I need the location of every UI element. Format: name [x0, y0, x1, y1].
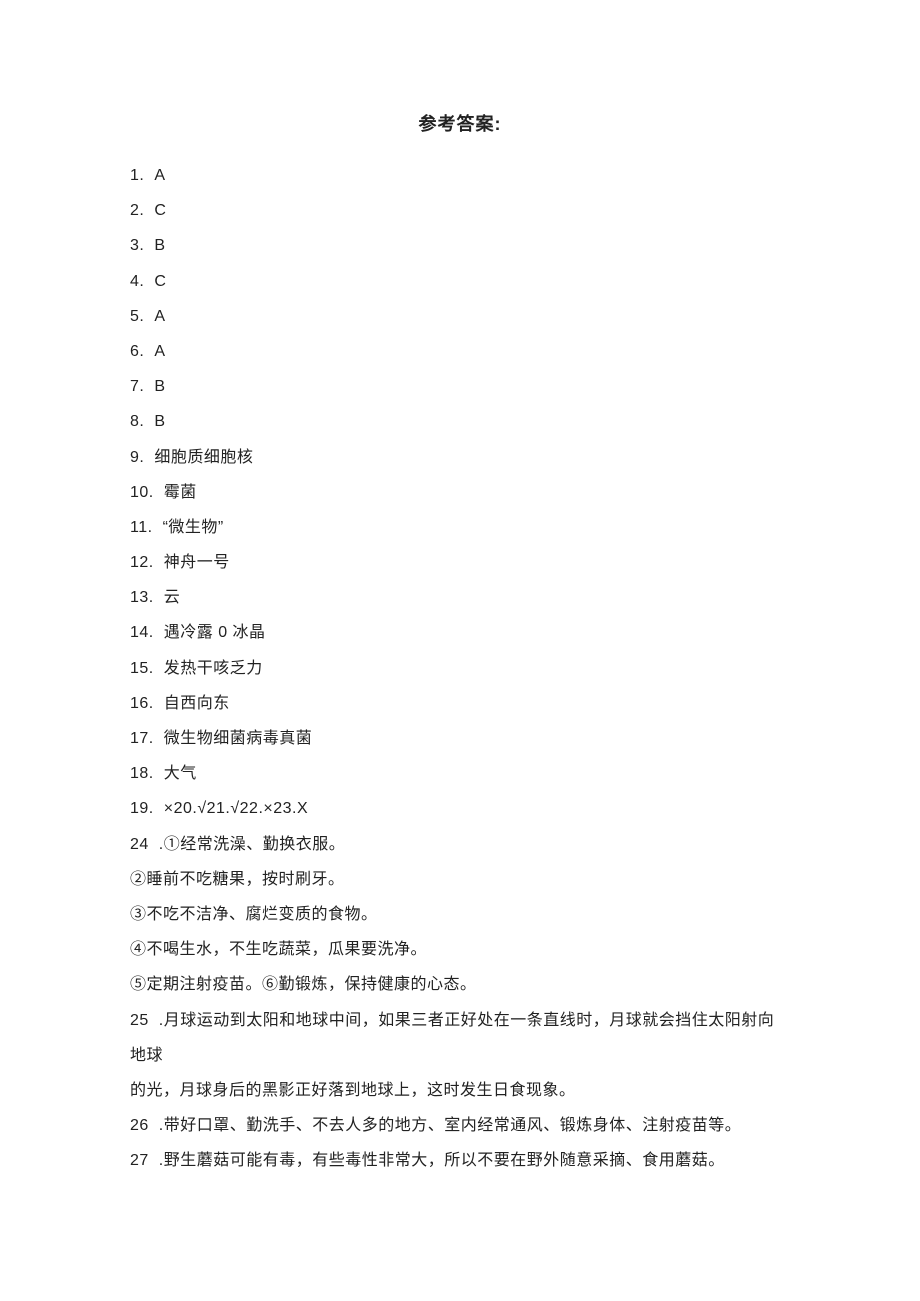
answer-text: 大气 — [164, 765, 197, 782]
answer-number: 12. — [130, 545, 154, 580]
answer-item: 5. A — [130, 299, 790, 334]
answer-number: 8. — [130, 404, 144, 439]
answer-item: 26 .带好口罩、勤洗手、不去人多的地方、室内经常通风、锻炼身体、注射疫苗等。 — [130, 1108, 790, 1143]
answer-item: 3. B — [130, 228, 790, 263]
answer-item: 18. 大气 — [130, 756, 790, 791]
answer-item: 27 .野生蘑菇可能有毒，有些毒性非常大，所以不要在野外随意采摘、食用蘑菇。 — [130, 1143, 790, 1178]
answer-number: 2. — [130, 193, 144, 228]
answer-text: .野生蘑菇可能有毒，有些毒性非常大，所以不要在野外随意采摘、食用蘑菇。 — [159, 1152, 725, 1169]
answer-number: 11. — [130, 510, 153, 545]
answer-item: 25.月球运动到太阳和地球中间，如果三者正好处在一条直线时，月球就会挡住太阳射向… — [130, 1003, 790, 1073]
answer-number: 6. — [130, 334, 144, 369]
answer-text: “微生物” — [163, 519, 224, 536]
answer-subline: ⑤定期注射疫苗。⑥勤锻炼，保持健康的心态。 — [130, 967, 790, 1002]
answer-item: 16. 自西向东 — [130, 686, 790, 721]
answer-item: 12. 神舟一号 — [130, 545, 790, 580]
answer-text: .①经常洗澡、勤换衣服。 — [159, 836, 345, 853]
q25-block: 25.月球运动到太阳和地球中间，如果三者正好处在一条直线时，月球就会挡住太阳射向… — [130, 1003, 790, 1109]
answer-number: 26 — [130, 1108, 149, 1143]
answer-item: 1. A — [130, 158, 790, 193]
answer-number: 25 — [130, 1003, 149, 1038]
answer-number: 15. — [130, 651, 154, 686]
answer-text: A — [154, 308, 165, 325]
answer-item: 13. 云 — [130, 580, 790, 615]
answer-item: 7. B — [130, 369, 790, 404]
answer-text: 发热干咳乏力 — [164, 660, 263, 677]
answer-number: 24 — [130, 827, 149, 862]
answer-item: 8. B — [130, 404, 790, 439]
answer-number: 10. — [130, 475, 154, 510]
answer-number: 19. — [130, 791, 154, 826]
answer-number: 9. — [130, 440, 144, 475]
answer-text: 细胞质细胞核 — [154, 449, 253, 466]
answer-item: 15. 发热干咳乏力 — [130, 651, 790, 686]
answer-text: C — [154, 202, 166, 219]
answer-text: ×20.√21.√22.×23.X — [164, 800, 308, 817]
answer-number: 14. — [130, 615, 154, 650]
answer-item: 19. ×20.√21.√22.×23.X — [130, 791, 790, 826]
answer-number: 27 — [130, 1143, 149, 1178]
answer-text: B — [154, 378, 165, 395]
answer-number: 5. — [130, 299, 144, 334]
numbered-answers-block: 1. A 2. C 3. B 4. C 5. A 6. A 7. B 8. B 9. 细胞质细胞核… — [130, 158, 790, 827]
answer-item: 24 .①经常洗澡、勤换衣服。 — [130, 827, 790, 862]
answer-text: 微生物细菌病毒真菌 — [164, 730, 313, 747]
answer-item: 4. C — [130, 264, 790, 299]
answer-item: 9. 细胞质细胞核 — [130, 440, 790, 475]
answer-text: C — [154, 273, 166, 290]
answer-subline: ④不喝生水，不生吃蔬菜，瓜果要洗净。 — [130, 932, 790, 967]
answer-number: 13. — [130, 580, 154, 615]
answer-text: 神舟一号 — [164, 554, 230, 571]
answer-text: 遇冷露 0 冰晶 — [164, 624, 266, 641]
answer-number: 1. — [130, 158, 144, 193]
answer-text: 云 — [164, 589, 181, 606]
answer-text: .带好口罩、勤洗手、不去人多的地方、室内经常通风、锻炼身体、注射疫苗等。 — [159, 1117, 741, 1134]
answer-item: 2. C — [130, 193, 790, 228]
answer-subline: ③不吃不洁净、腐烂变质的食物。 — [130, 897, 790, 932]
answer-number: 16. — [130, 686, 154, 721]
answer-key-document: 参考答案: 1. A 2. C 3. B 4. C 5. A 6. A 7. B 8. B 9.… — [0, 0, 920, 1301]
answer-text: B — [154, 413, 165, 430]
answer-number: 18. — [130, 756, 154, 791]
answer-item: 6. A — [130, 334, 790, 369]
answer-number: 4. — [130, 264, 144, 299]
answer-number: 7. — [130, 369, 144, 404]
answer-text: .月球运动到太阳和地球中间，如果三者正好处在一条直线时，月球就会挡住太阳射向地球 — [130, 1012, 774, 1064]
answer-subline: ②睡前不吃糖果，按时刷牙。 — [130, 862, 790, 897]
answer-continuation: 的光，月球身后的黑影正好落到地球上，这时发生日食现象。 — [130, 1073, 790, 1108]
answer-text: 霉菌 — [164, 484, 197, 501]
answer-item: 14. 遇冷露 0 冰晶 — [130, 615, 790, 650]
answer-number: 17. — [130, 721, 154, 756]
document-title: 参考答案: — [130, 110, 790, 136]
answer-text: 自西向东 — [164, 695, 230, 712]
answer-item: 17. 微生物细菌病毒真菌 — [130, 721, 790, 756]
q24-block: 24 .①经常洗澡、勤换衣服。 ②睡前不吃糖果，按时刷牙。 ③不吃不洁净、腐烂变质… — [130, 827, 790, 1003]
answer-number: 3. — [130, 228, 144, 263]
answer-text: A — [154, 167, 165, 184]
answer-text: A — [154, 343, 165, 360]
answer-item: 10. 霉菌 — [130, 475, 790, 510]
answer-item: 11. “微生物” — [130, 510, 790, 545]
answer-text: B — [154, 237, 165, 254]
